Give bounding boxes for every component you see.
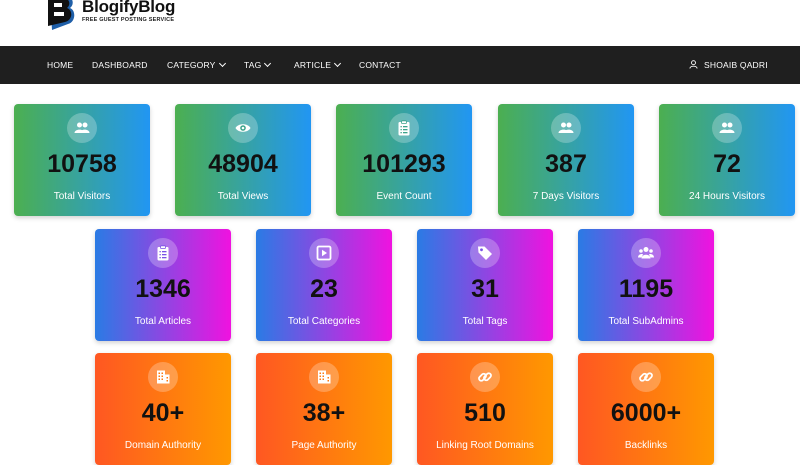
- chevron-down-icon: [264, 59, 272, 68]
- stat-value: 72: [713, 150, 741, 178]
- brand-name: BlogifyBlog: [82, 0, 176, 16]
- stat-label: Total Visitors: [53, 191, 111, 202]
- nav-contact[interactable]: CONTACT: [359, 46, 401, 84]
- stat-label: Domain Authority: [124, 440, 202, 451]
- stat-value: 38+: [302, 399, 346, 427]
- user-group-icon: [631, 238, 661, 268]
- stat-card-total-articles[interactable]: 1346 Total Articles: [95, 229, 231, 341]
- stat-label: Event Count: [376, 191, 432, 202]
- stats-grid: 10758 Total Visitors 48904 Total Views 1…: [0, 84, 800, 465]
- stat-value: 387: [545, 150, 587, 178]
- link-icon: [470, 362, 500, 392]
- users-icon: [67, 113, 97, 143]
- site-header: BlogifyBlog FREE GUEST POSTING SERVICE: [0, 0, 800, 46]
- stat-card-7-days-visitors[interactable]: 387 7 Days Visitors: [498, 104, 634, 216]
- building-icon: [309, 362, 339, 392]
- stat-card-total-views[interactable]: 48904 Total Views: [175, 104, 311, 216]
- stat-card-domain-authority[interactable]: 40+ Domain Authority: [95, 353, 231, 465]
- nav-article[interactable]: ARTICLE: [294, 46, 342, 84]
- users-icon: [551, 113, 581, 143]
- stat-value: 6000+: [610, 399, 682, 427]
- stat-value: 40+: [141, 399, 185, 427]
- main-nav: HOME DASHBOARD CATEGORY TAG ARTICLE CONT…: [0, 46, 800, 84]
- play-square-icon: [309, 238, 339, 268]
- nav-home-label: HOME: [47, 60, 74, 70]
- stat-value: 10758: [47, 150, 117, 178]
- nav-user[interactable]: SHOAIB QADRI: [689, 46, 768, 84]
- nav-category[interactable]: CATEGORY: [167, 46, 226, 84]
- nav-dashboard-label: DASHBOARD: [92, 60, 148, 70]
- clipboard-icon: [389, 113, 419, 143]
- nav-article-label: ARTICLE: [294, 60, 332, 70]
- stat-card-linking-root-domains[interactable]: 510 Linking Root Domains: [417, 353, 553, 465]
- building-icon: [148, 362, 178, 392]
- stat-card-total-categories[interactable]: 23 Total Categories: [256, 229, 392, 341]
- nav-home[interactable]: HOME: [47, 46, 73, 84]
- stat-value: 510: [464, 399, 506, 427]
- stat-card-event-count[interactable]: 101293 Event Count: [336, 104, 472, 216]
- stat-label: Total Tags: [462, 316, 508, 327]
- nav-category-label: CATEGORY: [167, 60, 216, 70]
- clipboard-icon: [148, 238, 178, 268]
- stat-label: Page Authority: [291, 440, 357, 451]
- stat-label: 7 Days Visitors: [532, 191, 600, 202]
- nav-contact-label: CONTACT: [359, 60, 401, 70]
- stat-card-backlinks[interactable]: 6000+ Backlinks: [578, 353, 714, 465]
- stat-label: 24 Hours Visitors: [689, 191, 765, 202]
- nav-dashboard[interactable]: DASHBOARD: [92, 46, 148, 84]
- brand-logo[interactable]: BlogifyBlog FREE GUEST POSTING SERVICE: [48, 0, 175, 30]
- stat-value: 1195: [618, 275, 674, 303]
- link-icon: [631, 362, 661, 392]
- stat-label: Total Articles: [134, 316, 192, 327]
- stat-value: 1346: [135, 275, 191, 303]
- stat-label: Total Views: [217, 191, 269, 202]
- eye-icon: [228, 113, 258, 143]
- chevron-down-icon: [218, 59, 226, 68]
- nav-tag-label: TAG: [244, 60, 262, 70]
- stat-value: 31: [471, 275, 499, 303]
- stat-label: Total SubAdmins: [608, 316, 684, 327]
- stat-card-total-tags[interactable]: 31 Total Tags: [417, 229, 553, 341]
- stat-label: Linking Root Domains: [436, 440, 534, 451]
- stat-value: 101293: [362, 150, 446, 178]
- stat-label: Total Categories: [287, 316, 361, 327]
- tag-icon: [470, 238, 500, 268]
- users-icon: [712, 113, 742, 143]
- blogify-logo-icon: [48, 0, 78, 30]
- stat-card-total-visitors[interactable]: 10758 Total Visitors: [14, 104, 150, 216]
- chevron-down-icon: [334, 59, 342, 68]
- user-name: SHOAIB QADRI: [704, 60, 768, 70]
- stat-value: 48904: [208, 150, 278, 178]
- user-icon: [689, 47, 698, 69]
- stat-value: 23: [310, 275, 338, 303]
- stat-card-total-subadmins[interactable]: 1195 Total SubAdmins: [578, 229, 714, 341]
- nav-tag[interactable]: TAG: [244, 46, 272, 84]
- stat-card-24-hours-visitors[interactable]: 72 24 Hours Visitors: [659, 104, 795, 216]
- brand-tagline: FREE GUEST POSTING SERVICE: [82, 17, 175, 23]
- stat-card-page-authority[interactable]: 38+ Page Authority: [256, 353, 392, 465]
- stat-label: Backlinks: [624, 440, 668, 451]
